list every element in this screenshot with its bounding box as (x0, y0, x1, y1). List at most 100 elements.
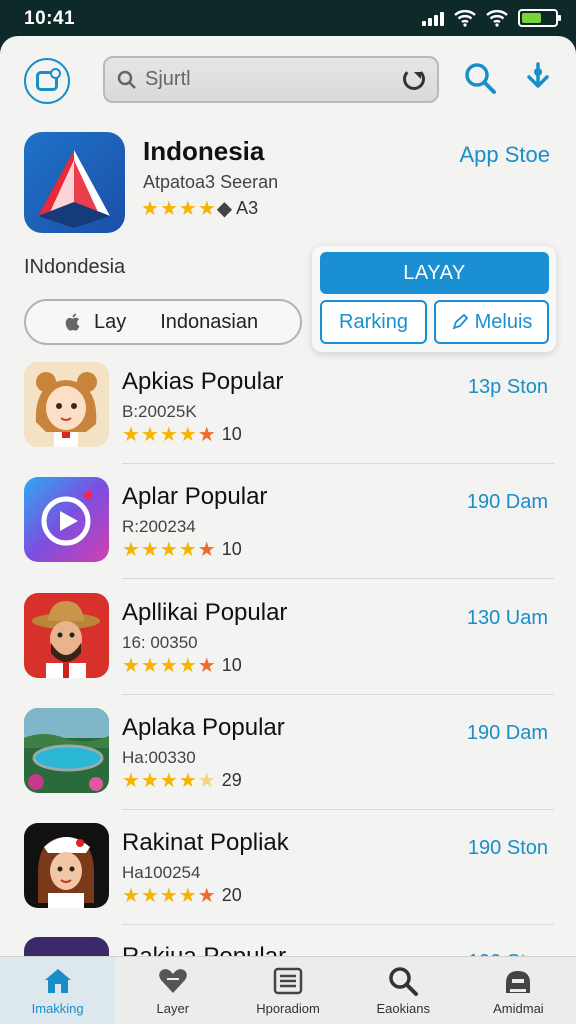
app-price[interactable]: 190 Dam (467, 491, 548, 514)
list-icon (273, 967, 303, 995)
app-meta: Ha100254 (122, 863, 201, 882)
star-icon: ★ (159, 769, 178, 792)
app-screen: Indonesia Atpatoa3 Seeran ★ ★ ★ ★ ◆ A3 A… (0, 36, 576, 1024)
app-meta: R:200234 (122, 517, 196, 536)
star-icon: ★ (159, 538, 178, 561)
app-thumbnail (24, 593, 109, 678)
star-half-icon: ◆ (216, 197, 233, 220)
tab-label: Hporadiom (256, 1001, 320, 1016)
tab-home[interactable]: Imakking (0, 957, 116, 1024)
top-bar (0, 36, 576, 126)
app-thumbnail (24, 823, 109, 908)
star-icon: ★ (197, 538, 216, 561)
list-item[interactable]: Apkias Popular B:20025K ★ ★ ★ ★ ★ 10 13p Sto… (0, 362, 576, 477)
app-price[interactable]: 13p Ston (468, 376, 548, 399)
divider (122, 694, 554, 695)
rating-count: 10 (221, 424, 242, 444)
app-rating: ★ ★ ★ ★ ★ 20 (122, 885, 242, 906)
list-item[interactable]: Aplaka Popular Ha:00330 ★ ★ ★ ★ ★ 29 190 Dam (0, 708, 576, 823)
star-icon: ★ (122, 769, 140, 792)
status-bar: 10:41 (0, 0, 576, 36)
primary-action-button[interactable]: LAYAY (320, 252, 549, 294)
app-name: Rakinat Popliak (122, 829, 289, 856)
app-rating: ★ ★ ★ ★ ★ 10 (122, 539, 242, 560)
app-store-link[interactable]: App Stoe (459, 142, 550, 168)
star-icon: ★ (122, 423, 140, 446)
app-price[interactable]: 130 Uam (467, 607, 548, 630)
app-name: Aplar Popular (122, 483, 268, 510)
star-icon: ★ (122, 654, 140, 677)
search-icon (117, 70, 136, 89)
tab-search[interactable]: Eaokians (346, 957, 461, 1024)
star-icon: ★ (140, 884, 159, 907)
star-rating: ★ ★ ★ ★ ◆ (141, 199, 232, 219)
app-name: Apllikai Popular (122, 599, 288, 626)
app-meta: Ha:00330 (122, 748, 196, 767)
tab-profile[interactable]: Amidmai (461, 957, 576, 1024)
star-icon: ★ (197, 423, 216, 446)
tab-label: Layer (156, 1001, 190, 1016)
star-icon: ★ (159, 423, 178, 446)
status-icons (422, 9, 561, 27)
app-rating: ★ ★ ★ ★ ★ 10 (122, 655, 242, 676)
search-icon (389, 967, 419, 996)
star-rating: ★ ★ ★ ★ ★ (122, 540, 216, 560)
star-icon: ★ (178, 769, 197, 792)
language-value: Indonasian (160, 310, 259, 333)
app-rating: ★ ★ ★ ★ ★ 10 (122, 424, 242, 445)
app-icon (24, 132, 125, 233)
signal-icon (422, 10, 444, 26)
list-item[interactable]: Aplar Popular R:200234 ★ ★ ★ ★ ★ 10 190 Dam (0, 477, 576, 592)
app-subtitle: Atpatoa3 Seeran (143, 172, 279, 192)
star-icon: ★ (178, 654, 197, 677)
star-icon: ★ (140, 538, 159, 561)
star-icon: ★ (197, 884, 216, 907)
star-rating: ★ ★ ★ ★ ★ (122, 656, 216, 676)
rating-text: A3 (236, 198, 259, 218)
app-price[interactable]: 190 Ston (468, 837, 548, 860)
list-item[interactable]: Apllikai Popular 16: 00350 ★ ★ ★ ★ ★ 10 130 … (0, 593, 576, 708)
tab-label: Amidmai (493, 1001, 544, 1016)
app-thumbnail (24, 477, 109, 562)
rating-count: 20 (221, 885, 242, 905)
menu-button[interactable]: Meluis (434, 300, 549, 344)
refresh-icon[interactable] (403, 68, 425, 90)
divider (122, 809, 554, 810)
list-item[interactable]: Rakinat Popliak Ha100254 ★ ★ ★ ★ ★ 20 190 St… (0, 823, 576, 938)
featured-app[interactable]: Indonesia Atpatoa3 Seeran ★ ★ ★ ★ ◆ A3 A… (24, 132, 554, 242)
download-icon[interactable] (520, 60, 556, 96)
search-icon[interactable] (462, 60, 498, 96)
star-icon: ★ (197, 769, 216, 792)
ranking-button[interactable]: Rarking (320, 300, 427, 344)
star-icon: ★ (159, 197, 178, 220)
app-thumbnail (24, 362, 109, 447)
star-icon: ★ (122, 538, 140, 561)
region-label: INdondesia (24, 256, 126, 278)
app-name: Apkias Popular (122, 368, 284, 395)
wifi-icon (454, 10, 476, 27)
search-input[interactable] (145, 68, 385, 91)
star-icon: ★ (197, 654, 216, 677)
language-selector[interactable]: Lay Indonasian (24, 299, 302, 345)
apple-icon (65, 313, 80, 331)
star-icon: ★ (159, 654, 178, 677)
app-price[interactable]: 190 Dam (467, 722, 548, 745)
star-rating: ★ ★ ★ ★ ★ (122, 425, 216, 445)
divider (122, 578, 554, 579)
tab-bar: Imakking Layer Hporadiom Eaokians Amidma… (0, 956, 576, 1024)
star-icon: ★ (178, 197, 197, 220)
star-icon: ★ (122, 884, 140, 907)
window-icon (36, 68, 61, 91)
app-rating: ★ ★ ★ ★ ◆ A3 (141, 198, 258, 219)
divider (122, 924, 554, 925)
status-time: 10:41 (24, 8, 76, 29)
star-icon: ★ (159, 884, 178, 907)
app-rating: ★ ★ ★ ★ ★ 29 (122, 770, 242, 791)
tab-layer[interactable]: Layer (115, 957, 230, 1024)
tab-list[interactable]: Hporadiom (230, 957, 345, 1024)
app-thumbnail (24, 708, 109, 793)
heart-icon (159, 969, 187, 993)
tabs-button[interactable] (24, 58, 70, 104)
search-bar[interactable] (103, 56, 439, 103)
star-icon: ★ (140, 423, 159, 446)
